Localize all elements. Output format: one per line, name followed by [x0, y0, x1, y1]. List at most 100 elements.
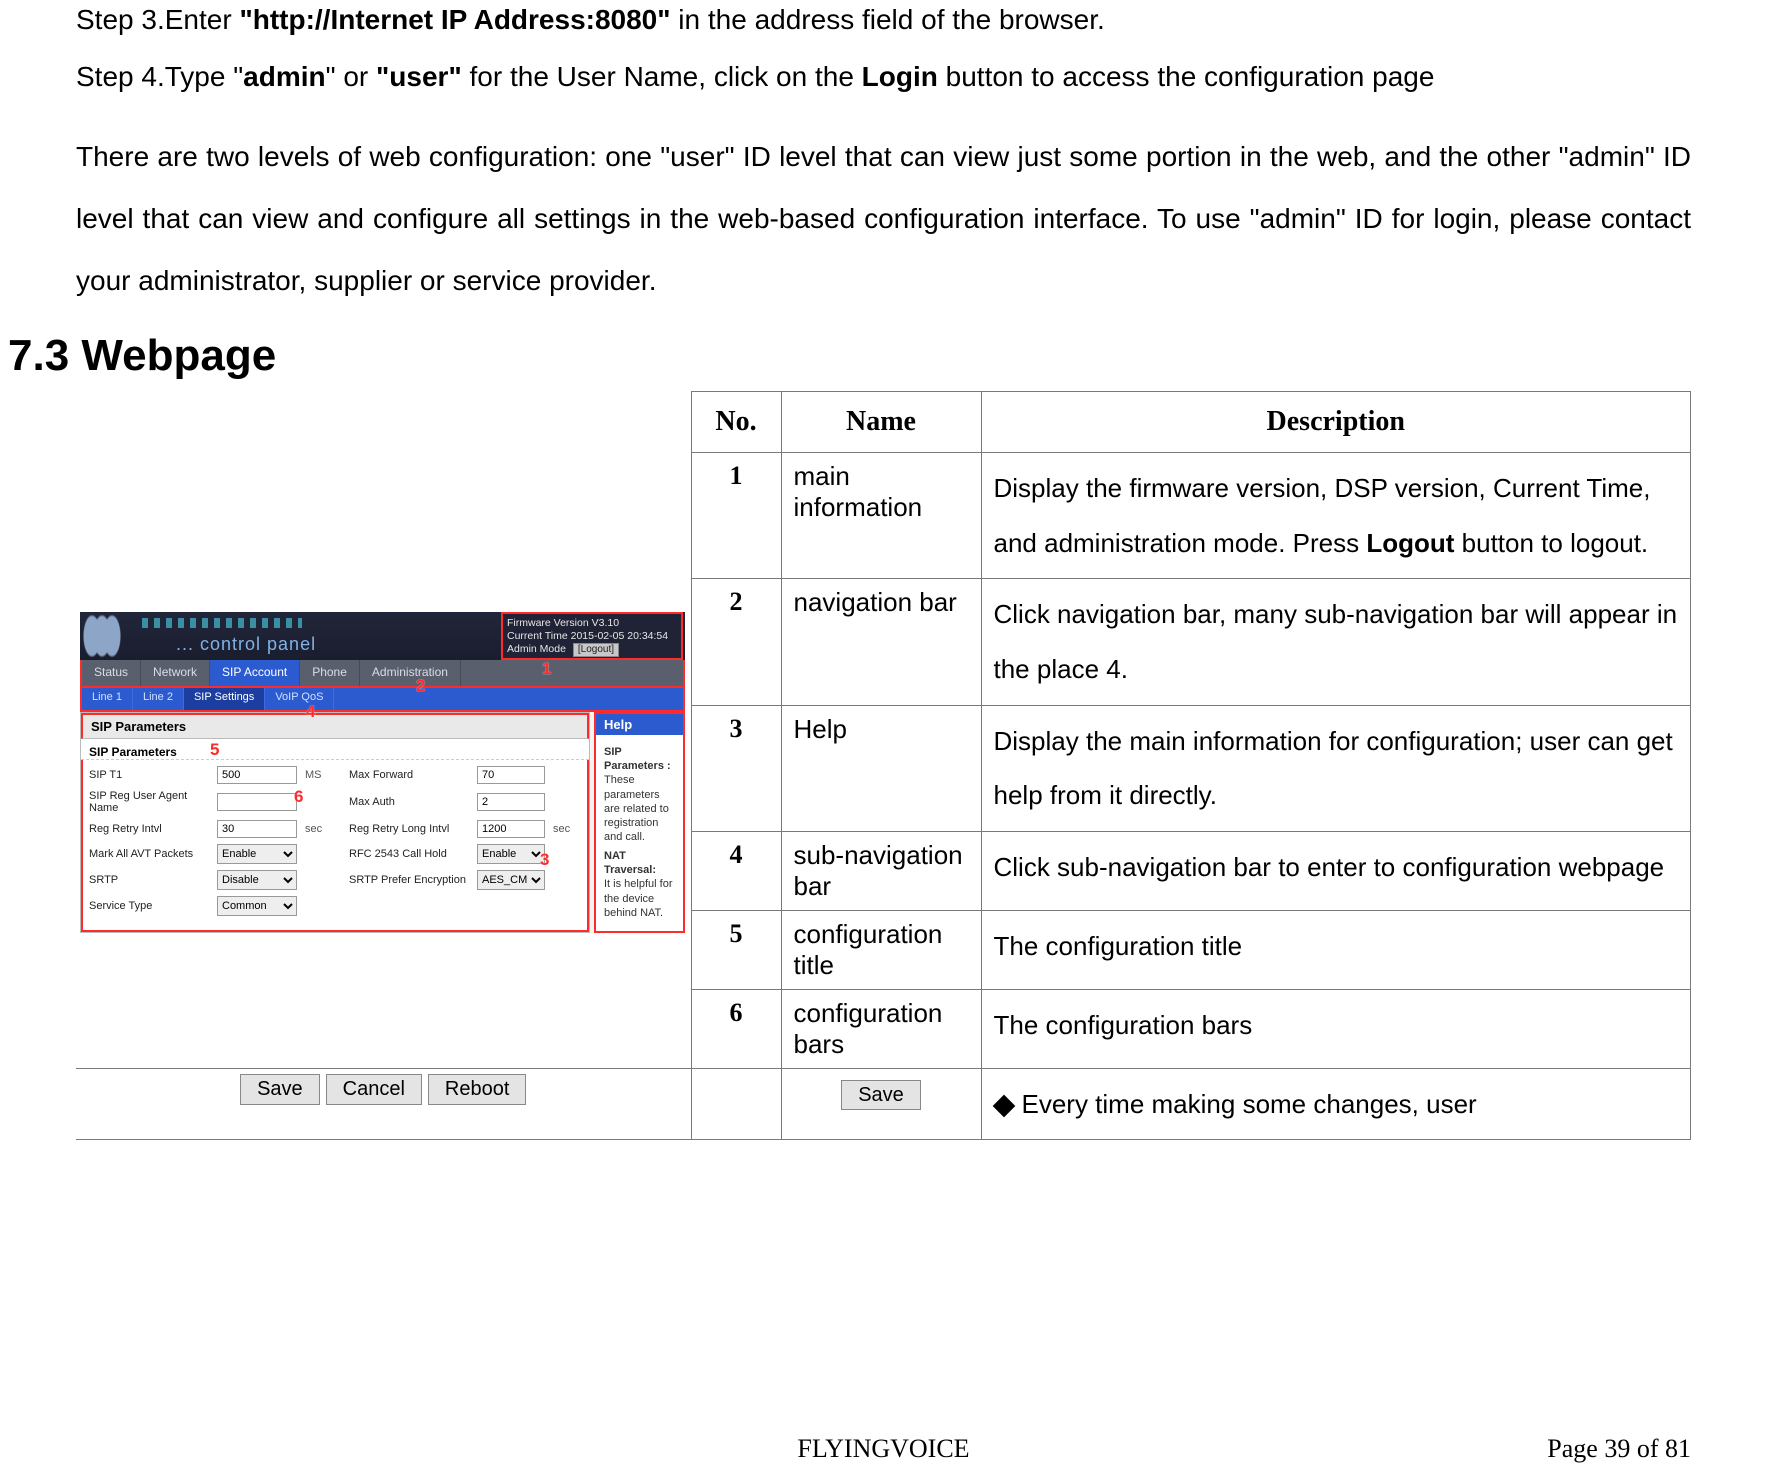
screenshot: ... control panel Firmware Version V3.10… [80, 612, 685, 933]
help-title: Help [596, 714, 683, 735]
select-srtp[interactable]: Disable [217, 870, 297, 890]
row6-no: 6 [691, 989, 781, 1068]
step-3: Step 3.Enter "http://Internet IP Address… [76, 0, 1691, 39]
header-dots [142, 618, 302, 628]
help-body: SIP Parameters : These parameters are re… [596, 735, 683, 927]
row7-desc: Every time making some changes, user [981, 1068, 1691, 1140]
unit-sec2: sec [553, 823, 581, 835]
label-max-auth: Max Auth [349, 796, 469, 808]
row5-desc: The configuration title [981, 910, 1691, 989]
input-max-auth[interactable] [477, 793, 545, 811]
input-reg-ua-name[interactable] [217, 793, 297, 811]
s4b: admin [243, 61, 325, 92]
row7-desc-text: Every time making some changes, user [1022, 1089, 1477, 1119]
sub-navigation-bar: Line 1 Line 2 SIP Settings VoIP QoS [80, 688, 685, 712]
label-sip-t1: SIP T1 [89, 769, 209, 781]
tab-administration[interactable]: Administration [360, 660, 461, 686]
row2-desc: Click navigation bar, many sub-navigatio… [981, 579, 1691, 705]
callout-6: 6 [294, 787, 303, 807]
th-name: Name [781, 392, 981, 453]
buttons-figure-1-cell: Save Cancel Reboot [76, 1068, 691, 1140]
control-panel-label: ... control panel [176, 634, 316, 655]
current-time: Current Time 2015-02-05 20:34:54 [507, 630, 677, 643]
s4a: Step 4.Type " [76, 61, 243, 92]
s4d: "user" [376, 61, 462, 92]
logout-button[interactable]: [Logout] [573, 643, 619, 658]
row5-no: 5 [691, 910, 781, 989]
fig1-reboot-button[interactable]: Reboot [428, 1074, 527, 1105]
configuration-bars: SIP T1 MS Max Forward S [81, 760, 589, 932]
input-max-forward[interactable] [477, 766, 545, 784]
fig1-save-button[interactable]: Save [240, 1074, 320, 1105]
subtab-line1[interactable]: Line 1 [82, 688, 133, 710]
unit-ms: MS [305, 769, 341, 781]
configuration-subtitle: SIP Parameters [81, 739, 589, 760]
row1-desc-c: button to logout. [1454, 528, 1648, 558]
row1-name: main information [781, 453, 981, 579]
buttons-figure-2-cell: Save [781, 1068, 981, 1140]
tab-network[interactable]: Network [141, 660, 210, 686]
help-panel: Help SIP Parameters : These parameters a… [594, 712, 685, 933]
page-footer: FLYINGVOICE Page 39 of 81 [0, 1434, 1767, 1464]
unit-sec1: sec [305, 823, 341, 835]
th-no: No. [691, 392, 781, 453]
tab-phone[interactable]: Phone [300, 660, 360, 686]
main-information-box: Firmware Version V3.10 Current Time 2015… [501, 612, 683, 660]
row3-no: 3 [691, 705, 781, 831]
row3-name: Help [781, 705, 981, 831]
input-reg-retry-long[interactable] [477, 820, 545, 838]
callout-1: 1 [542, 659, 551, 679]
row1-desc-b: Logout [1366, 528, 1454, 558]
fig1-cancel-button[interactable]: Cancel [326, 1074, 422, 1105]
admin-mode-label: Admin Mode [507, 643, 566, 655]
callout-3: 3 [540, 850, 549, 870]
select-rfc2543[interactable]: Enable [477, 844, 545, 864]
step3-prefix: Step 3.Enter [76, 4, 239, 35]
s4g: button to access the configuration page [938, 61, 1435, 92]
label-max-forward: Max Forward [349, 769, 469, 781]
row3-desc: Display the main information for configu… [981, 705, 1691, 831]
label-reg-retry-long: Reg Retry Long Intvl [349, 823, 469, 835]
configuration-title: SIP Parameters [81, 713, 589, 739]
help-h1: SIP Parameters : [604, 745, 675, 774]
input-reg-retry[interactable] [217, 820, 297, 838]
step-4: Step 4.Type "admin" or "user" for the Us… [76, 57, 1691, 96]
s4c: " or [326, 61, 376, 92]
table-row: Save Cancel Reboot Save Every time makin… [76, 1068, 1691, 1140]
label-srtp-enc: SRTP Prefer Encryption [349, 874, 469, 886]
shot-body: SIP Parameters SIP Parameters SIP T1 MS … [80, 712, 685, 933]
subtab-sip-settings[interactable]: SIP Settings [184, 688, 265, 710]
callout-2: 2 [416, 676, 425, 696]
label-service-type: Service Type [89, 900, 209, 912]
tab-sip-account[interactable]: SIP Account [210, 660, 300, 686]
fig2-save-button[interactable]: Save [841, 1080, 921, 1110]
screenshot-cell: ... control panel Firmware Version V3.10… [76, 392, 691, 1069]
tab-status[interactable]: Status [82, 660, 141, 686]
diamond-bullet-icon [992, 1094, 1015, 1117]
label-rfc2543: RFC 2543 Call Hold [349, 848, 469, 860]
label-mark-avt: Mark All AVT Packets [89, 848, 209, 860]
select-service-type[interactable]: Common [217, 896, 297, 916]
step3-suffix: in the address field of the browser. [671, 4, 1105, 35]
row4-desc: Click sub-navigation bar to enter to con… [981, 831, 1691, 910]
firmware-version: Firmware Version V3.10 [507, 617, 677, 630]
label-reg-retry: Reg Retry Intvl [89, 823, 209, 835]
callout-4: 4 [306, 702, 315, 722]
subtab-line2[interactable]: Line 2 [133, 688, 184, 710]
select-srtp-enc[interactable]: AES_CM [477, 870, 545, 890]
row4-no: 4 [691, 831, 781, 910]
s4f: Login [862, 61, 938, 92]
row1-desc: Display the firmware version, DSP versio… [981, 453, 1691, 579]
subtab-voip-qos[interactable]: VoIP QoS [265, 688, 334, 710]
section-heading: 7.3 Webpage [8, 331, 1623, 381]
input-sip-t1[interactable] [217, 766, 297, 784]
row2-no: 2 [691, 579, 781, 705]
row6-desc: The configuration bars [981, 989, 1691, 1068]
select-mark-avt[interactable]: Enable [217, 844, 297, 864]
step3-url: "http://Internet IP Address:8080" [239, 4, 670, 35]
row5-name: configuration title [781, 910, 981, 989]
footer-brand: FLYINGVOICE [0, 1434, 1767, 1464]
label-reg-ua-name: SIP Reg User Agent Name [89, 790, 209, 814]
webpage-table: ... control panel Firmware Version V3.10… [76, 391, 1691, 1140]
row4-name: sub-navigation bar [781, 831, 981, 910]
